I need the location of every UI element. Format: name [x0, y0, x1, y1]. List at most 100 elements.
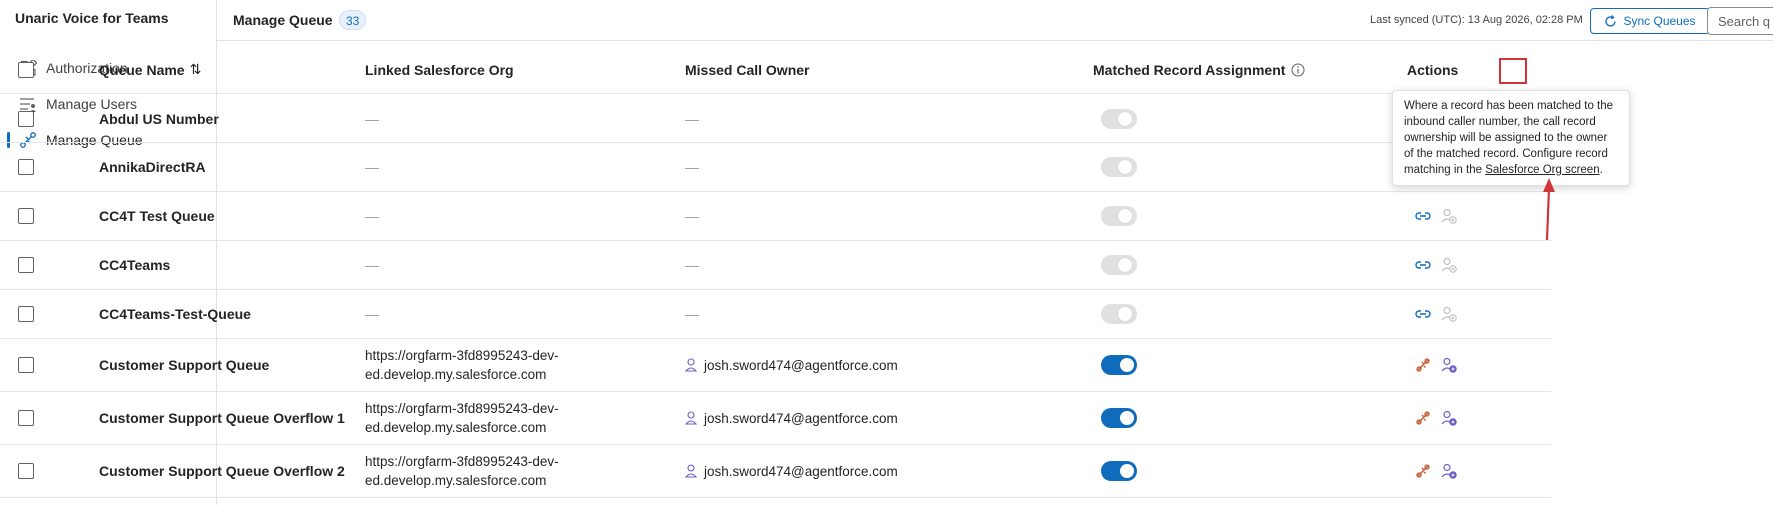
linked-org: — — [365, 110, 379, 127]
matched-record-cell — [1101, 290, 1137, 338]
missed-owner-cell: — — [685, 192, 699, 240]
unlink-org-icon[interactable] — [1414, 462, 1432, 480]
matched-record-toggle[interactable] — [1101, 255, 1137, 275]
linked-org-line2: ed.develop.my.salesforce.com — [365, 420, 547, 435]
linked-org-cell: — — [365, 143, 379, 191]
linked-org: — — [365, 208, 379, 224]
sort-icon[interactable]: ⇅ — [190, 61, 202, 78]
linked-org: — — [365, 159, 379, 175]
missed-owner-cell: josh.sword474@agentforce.com — [685, 339, 898, 391]
toggle-knob — [1118, 160, 1132, 174]
missed-call-owner: — — [685, 159, 699, 175]
matched-record-toggle[interactable] — [1101, 304, 1137, 324]
unlink-org-icon[interactable] — [1414, 356, 1432, 374]
select-all-checkbox[interactable] — [18, 61, 34, 78]
queue-name: CC4Teams-Test-Queue — [99, 306, 251, 322]
link-org-icon[interactable] — [1414, 256, 1432, 274]
assign-owner-icon[interactable] — [1440, 462, 1458, 480]
toggle-knob — [1118, 307, 1132, 321]
col-queue-name[interactable]: Queue Name ⇅ — [99, 46, 201, 93]
table-row[interactable]: Abdul US Number — — — [0, 95, 1551, 143]
linked-org-line1: https://orgfarm-3fd8995243-dev- — [365, 454, 559, 469]
unlink-org-icon[interactable] — [1414, 409, 1432, 427]
assign-owner-icon[interactable] — [1440, 256, 1458, 274]
table-row[interactable]: CC4Teams-Test-Queue — — — [0, 290, 1551, 339]
info-icon[interactable] — [1291, 63, 1305, 77]
matched-record-cell — [1101, 445, 1137, 497]
col-matched-record: Matched Record Assignment — [1093, 46, 1305, 93]
table-row[interactable]: Customer Support Queue Overflow 1 https:… — [0, 392, 1551, 445]
missed-call-owner: — — [685, 306, 699, 322]
table-row[interactable]: CC4T Test Queue — — — [0, 192, 1551, 241]
queue-name: Customer Support Queue Overflow 2 — [99, 463, 345, 479]
queue-name: CC4T Test Queue — [99, 208, 215, 224]
row-select-cell — [18, 339, 34, 391]
info-highlight-box — [1499, 58, 1527, 84]
missed-owner-cell: josh.sword474@agentforce.com — [685, 445, 898, 497]
row-checkbox[interactable] — [18, 110, 34, 127]
matched-record-cell — [1101, 339, 1137, 391]
app-title: Unaric Voice for Teams — [15, 10, 169, 26]
matched-record-cell — [1101, 192, 1137, 240]
linked-org-cell: https://orgfarm-3fd8995243-dev-ed.develo… — [365, 445, 559, 497]
matched-record-cell — [1101, 392, 1137, 444]
refresh-icon — [1605, 14, 1617, 27]
row-checkbox[interactable] — [18, 463, 34, 479]
toggle-knob — [1120, 464, 1134, 478]
linked-org-cell: — — [365, 290, 379, 338]
row-select-cell — [18, 241, 34, 289]
missed-call-owner: — — [685, 257, 699, 273]
sync-queues-button[interactable]: Sync Queues — [1590, 8, 1710, 34]
assign-owner-icon[interactable] — [1440, 409, 1458, 427]
table-row[interactable]: AnnikaDirectRA — — — [0, 143, 1551, 192]
table-row[interactable]: CC4Teams — — — [0, 241, 1551, 290]
assign-owner-icon[interactable] — [1440, 356, 1458, 374]
matched-record-toggle[interactable] — [1101, 355, 1137, 375]
missed-call-owner: josh.sword474@agentforce.com — [704, 463, 898, 479]
linked-org-cell: https://orgfarm-3fd8995243-dev-ed.develo… — [365, 392, 559, 444]
linked-org-cell: — — [365, 241, 379, 289]
select-all-cell — [18, 46, 34, 93]
missed-call-owner: josh.sword474@agentforce.com — [704, 357, 898, 373]
matched-record-cell — [1101, 143, 1137, 191]
user-icon — [685, 411, 697, 425]
linked-org: — — [365, 306, 379, 322]
search-input[interactable] — [1707, 7, 1773, 35]
matched-record-toggle[interactable] — [1101, 157, 1137, 177]
table-row[interactable]: Customer Support Queue https://orgfarm-3… — [0, 339, 1551, 392]
linked-org-cell: — — [365, 95, 379, 142]
row-checkbox[interactable] — [18, 257, 34, 273]
link-org-icon[interactable] — [1414, 305, 1432, 323]
linked-org-cell: — — [365, 192, 379, 240]
missed-call-owner: — — [685, 110, 699, 127]
queue-name: Customer Support Queue Overflow 1 — [99, 410, 345, 426]
row-checkbox[interactable] — [18, 357, 34, 373]
missed-call-owner: — — [685, 208, 699, 224]
row-checkbox[interactable] — [18, 410, 34, 426]
toggle-knob — [1118, 111, 1132, 126]
row-checkbox[interactable] — [18, 306, 34, 322]
linked-org-line2: ed.develop.my.salesforce.com — [365, 367, 547, 382]
col-queue-name-label: Queue Name — [99, 61, 185, 78]
row-checkbox[interactable] — [18, 159, 34, 175]
missed-owner-cell: — — [685, 290, 699, 338]
missed-owner-cell: — — [685, 95, 699, 142]
toggle-knob — [1118, 209, 1132, 223]
actions-cell — [1414, 192, 1466, 240]
row-select-cell — [18, 143, 34, 191]
user-icon — [685, 358, 697, 372]
queue-name: AnnikaDirectRA — [99, 159, 206, 175]
row-select-cell — [18, 392, 34, 444]
matched-record-toggle[interactable] — [1101, 408, 1137, 428]
user-icon — [685, 464, 697, 478]
matched-record-toggle[interactable] — [1101, 461, 1137, 481]
assign-owner-icon[interactable] — [1440, 207, 1458, 225]
assign-owner-icon[interactable] — [1440, 305, 1458, 323]
salesforce-org-link[interactable]: Salesforce Org screen — [1485, 164, 1599, 176]
link-org-icon[interactable] — [1414, 207, 1432, 225]
missed-owner-cell: — — [685, 143, 699, 191]
matched-record-toggle[interactable] — [1101, 108, 1137, 129]
table-row[interactable]: Customer Support Queue Overflow 2 https:… — [0, 445, 1551, 498]
matched-record-toggle[interactable] — [1101, 206, 1137, 226]
row-checkbox[interactable] — [18, 208, 34, 224]
